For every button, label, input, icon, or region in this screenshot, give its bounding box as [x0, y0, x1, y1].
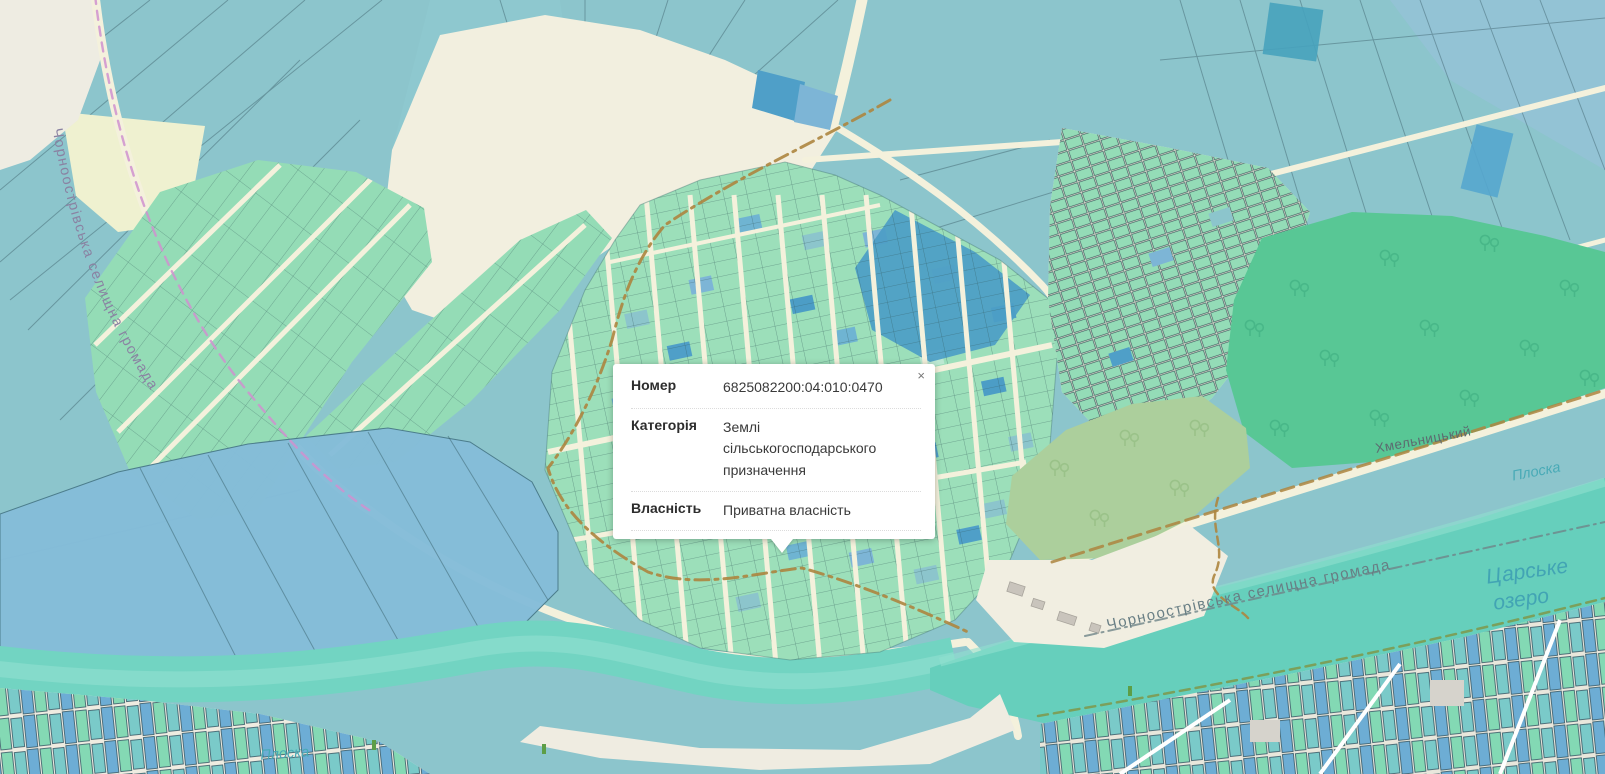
popup-close-button[interactable]: × [911, 365, 931, 386]
popup-field-value: Землі сільськогосподарського призначення [723, 417, 921, 482]
popup-field-value: 6825082200:04:010:0470 [723, 377, 921, 399]
popup-field-value: Приватна власність [723, 500, 921, 522]
popup-row-ownership: Власність Приватна власність [631, 492, 921, 532]
popup-field-label: Номер [631, 377, 723, 393]
label-river-sw: Плоска [260, 744, 310, 763]
cadastral-map-app: Чорноострівська селищна громада Чорноост… [0, 0, 1605, 774]
popup-row-category: Категорія Землі сільськогосподарського п… [631, 409, 921, 492]
parcel-info-popup: × Номер 6825082200:04:010:0470 Категорія… [613, 364, 935, 539]
popup-field-label: Категорія [631, 417, 723, 433]
popup-row-number: Номер 6825082200:04:010:0470 [631, 369, 921, 409]
popup-field-label: Власність [631, 500, 723, 516]
popup-tail [771, 539, 793, 553]
